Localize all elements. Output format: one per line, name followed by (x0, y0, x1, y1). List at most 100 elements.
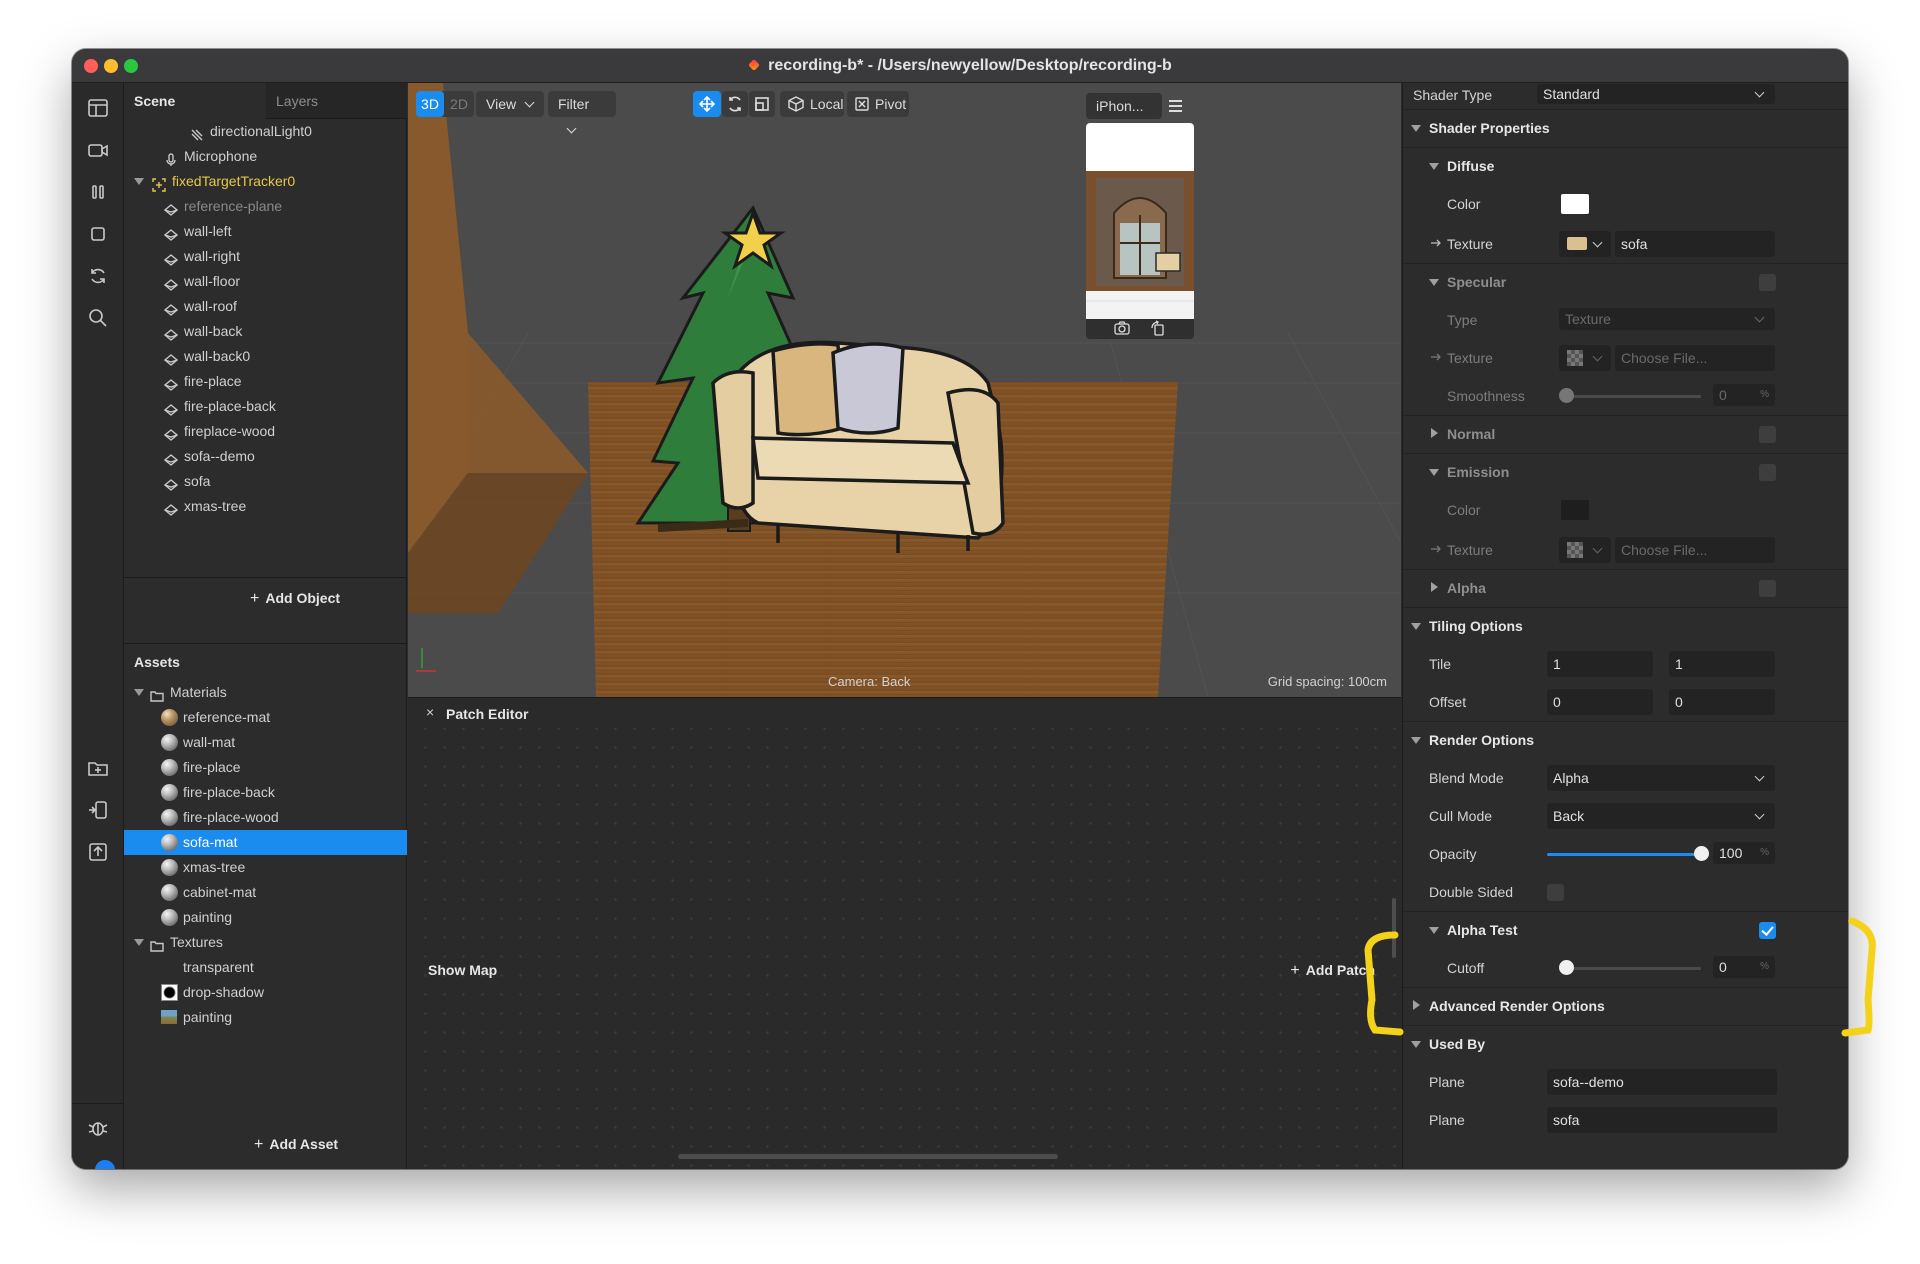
scene-tree-item[interactable]: sofa (124, 469, 407, 494)
scene-tree-item[interactable]: sofa--demo (124, 444, 407, 469)
filter-dropdown[interactable]: Filter (548, 91, 616, 134)
bug-icon[interactable] (83, 1113, 113, 1143)
add-folder-icon[interactable] (83, 753, 113, 783)
used-by-field[interactable]: sofa--demo (1547, 1069, 1777, 1095)
alpha-checkbox[interactable] (1759, 580, 1776, 597)
emission-checkbox[interactable] (1759, 464, 1776, 481)
used-by-header[interactable]: Used By (1403, 1025, 1848, 1063)
link-arrow-icon[interactable] (1429, 542, 1443, 556)
specular-type-select[interactable]: Texture (1559, 308, 1775, 330)
alpha-header[interactable]: Alpha (1403, 569, 1848, 607)
menu-icon[interactable] (1168, 97, 1184, 113)
video-camera-icon[interactable] (83, 135, 113, 165)
horizontal-scrollbar[interactable] (678, 1154, 1058, 1159)
device-dropdown[interactable]: iPhon... (1086, 93, 1162, 136)
diffuse-header[interactable]: Diffuse (1403, 147, 1848, 185)
layout-icon[interactable] (83, 93, 113, 123)
show-map-button[interactable]: Show Map (428, 962, 497, 978)
asset-item[interactable]: xmas-tree (124, 855, 407, 880)
opacity-slider[interactable] (1547, 853, 1701, 856)
expand-caret-icon[interactable] (134, 689, 144, 696)
diffuse-texture-thumb[interactable] (1559, 231, 1611, 257)
alpha-test-header[interactable]: Alpha Test (1403, 911, 1848, 949)
mode-2d-button[interactable]: 2D (445, 91, 473, 117)
view-dropdown[interactable]: View (476, 91, 544, 117)
opacity-field[interactable]: 100% (1713, 842, 1775, 864)
offset-y-field[interactable]: 0 (1669, 689, 1775, 715)
emission-texture-thumb[interactable] (1559, 537, 1611, 563)
asset-item[interactable]: painting (124, 905, 407, 930)
scene-tree-item[interactable]: fire-place (124, 369, 407, 394)
cull-mode-select[interactable]: Back (1547, 803, 1775, 829)
used-by-field[interactable]: sofa (1547, 1107, 1777, 1133)
scene-tree-item[interactable]: fixedTargetTracker0 (124, 169, 407, 194)
emission-color-swatch[interactable] (1561, 500, 1589, 520)
cutoff-field[interactable]: 0% (1713, 956, 1775, 978)
search-icon[interactable] (83, 303, 113, 333)
pause-icon[interactable] (83, 177, 113, 207)
tile-x-field[interactable]: 1 (1547, 651, 1653, 677)
diffuse-texture-field[interactable]: sofa (1615, 231, 1775, 257)
specular-texture-thumb[interactable] (1559, 345, 1611, 371)
expand-caret-icon[interactable] (134, 939, 144, 946)
add-object-button[interactable]: + Add Object (250, 590, 340, 608)
advanced-render-options-header[interactable]: Advanced Render Options (1403, 987, 1848, 1025)
specular-texture-field[interactable]: Choose File... (1615, 345, 1775, 371)
diffuse-color-swatch[interactable] (1561, 194, 1589, 214)
scene-tree-item[interactable]: wall-back0 (124, 344, 407, 369)
upload-icon[interactable] (83, 837, 113, 867)
close-icon[interactable]: × (426, 704, 434, 720)
asset-folder[interactable]: Textures (124, 930, 407, 955)
specular-checkbox[interactable] (1759, 274, 1776, 291)
shader-properties-header[interactable]: Shader Properties (1403, 109, 1848, 147)
patch-editor[interactable]: × Patch Editor Show Map + Add Patch (408, 697, 1401, 1169)
asset-item[interactable]: fire-place-back (124, 780, 407, 805)
rotate-device-icon[interactable] (1150, 320, 1166, 336)
emission-texture-field[interactable]: Choose File... (1615, 537, 1775, 563)
smoothness-slider-knob[interactable] (1559, 388, 1574, 403)
refresh-icon[interactable] (83, 261, 113, 291)
offset-x-field[interactable]: 0 (1547, 689, 1653, 715)
normal-header[interactable]: Normal (1403, 415, 1848, 453)
add-asset-button[interactable]: + Add Asset (254, 1136, 338, 1154)
scene-tree-item[interactable]: wall-back (124, 319, 407, 344)
asset-item[interactable]: transparent (124, 955, 407, 980)
scene-tree-item[interactable]: fire-place-back (124, 394, 407, 419)
asset-item[interactable]: painting (124, 1005, 407, 1030)
asset-folder[interactable]: Materials (124, 680, 407, 705)
asset-item[interactable]: fire-place (124, 755, 407, 780)
scene-tree-item[interactable]: xmas-tree (124, 494, 407, 519)
viewport[interactable]: 3D 2D View Filter Local Pivot iPhon... C… (408, 83, 1401, 697)
tile-y-field[interactable]: 1 (1669, 651, 1775, 677)
vertical-scrollbar[interactable] (1392, 898, 1396, 958)
render-options-header[interactable]: Render Options (1403, 721, 1848, 759)
smoothness-slider[interactable] (1561, 395, 1701, 398)
tiling-options-header[interactable]: Tiling Options (1403, 607, 1848, 645)
asset-item[interactable]: sofa-mat (124, 830, 407, 855)
shader-type-select[interactable]: Standard (1537, 84, 1775, 104)
asset-item[interactable]: wall-mat (124, 730, 407, 755)
asset-item[interactable]: reference-mat (124, 705, 407, 730)
emission-header[interactable]: Emission (1403, 453, 1848, 491)
asset-item[interactable]: fire-place-wood (124, 805, 407, 830)
cutoff-slider[interactable] (1561, 967, 1701, 970)
scene-tree-item[interactable]: directionalLight0 (124, 119, 407, 144)
camera-capture-icon[interactable] (1114, 320, 1130, 336)
scale-tool-button[interactable] (749, 91, 775, 117)
status-indicator[interactable] (92, 1157, 118, 1169)
alpha-test-checkbox[interactable] (1759, 922, 1776, 939)
link-arrow-icon[interactable] (1429, 350, 1443, 364)
square-icon[interactable] (83, 219, 113, 249)
scene-tree-item[interactable]: Microphone (124, 144, 407, 169)
expand-caret-icon[interactable] (134, 178, 144, 185)
mode-3d-button[interactable]: 3D (416, 91, 444, 117)
specular-header[interactable]: Specular (1403, 263, 1848, 301)
device-mirror-icon[interactable] (83, 795, 113, 825)
tab-scene[interactable]: Scene (124, 83, 266, 119)
smoothness-field[interactable]: 0% (1713, 384, 1775, 406)
link-arrow-icon[interactable] (1429, 236, 1443, 250)
asset-item[interactable]: cabinet-mat (124, 880, 407, 905)
cutoff-slider-knob[interactable] (1559, 960, 1574, 975)
pivot-button[interactable]: Pivot (847, 91, 909, 117)
rotate-tool-button[interactable] (722, 91, 748, 117)
